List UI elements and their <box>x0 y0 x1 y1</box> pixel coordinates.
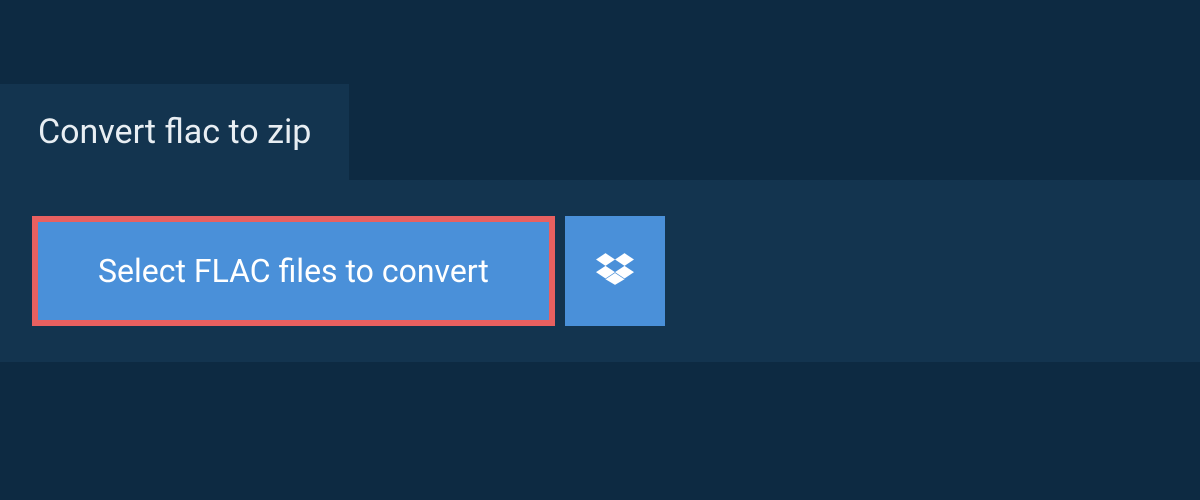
page-title: Convert flac to zip <box>38 112 311 152</box>
dropbox-icon <box>596 250 634 292</box>
select-files-button[interactable]: Select FLAC files to convert <box>32 216 555 326</box>
upload-panel: Select FLAC files to convert <box>0 180 1200 362</box>
tab-header: Convert flac to zip <box>0 84 349 180</box>
select-files-label: Select FLAC files to convert <box>98 252 489 290</box>
upload-row: Select FLAC files to convert <box>32 216 1168 326</box>
dropbox-button[interactable] <box>565 216 665 326</box>
